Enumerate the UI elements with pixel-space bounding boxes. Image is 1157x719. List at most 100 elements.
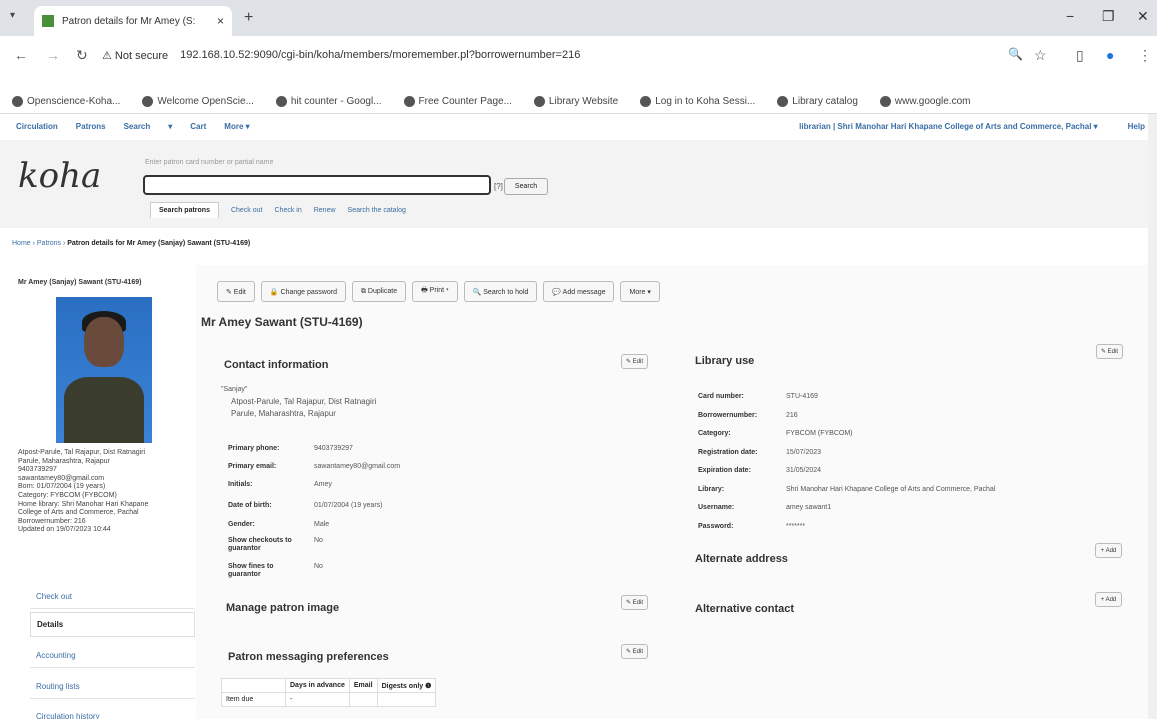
manage-image-edit-button[interactable]: ✎ Edit (621, 595, 648, 610)
bookmark-item[interactable]: Openscience-Koha... (27, 96, 120, 107)
left-info-line: Born: 01/07/2004 (19 years) (18, 483, 106, 491)
bookmark[interactable]: www.google.com (879, 95, 971, 107)
messaging-column-header: Email (348, 678, 378, 693)
topnav-item[interactable]: Circulation (16, 122, 58, 131)
messaging-cell[interactable] (348, 692, 378, 707)
bookmark[interactable]: Log in to Koha Sessi... (640, 95, 755, 107)
leftnav-item[interactable]: Circulation history (30, 704, 195, 719)
address-bar[interactable]: ⚠ Not secure 192.168.10.52:9090/cgi-bin/… (102, 42, 1002, 68)
subtab[interactable]: Search patrons (150, 202, 219, 218)
toolbar-button[interactable]: ⧉ Duplicate (351, 281, 407, 302)
left-info-line[interactable]: 9403739297 (18, 466, 198, 475)
logged-in-library[interactable]: librarian | Shri Manohar Hari Khapane Co… (799, 122, 1097, 131)
minimize-icon[interactable]: − (1066, 8, 1074, 24)
help-link[interactable]: Help (1128, 122, 1145, 131)
page-scrollbar[interactable] (1148, 114, 1157, 719)
library-use-edit-button[interactable]: ✎ Edit (1096, 344, 1123, 359)
bookmark-item[interactable]: www.google.com (895, 96, 971, 107)
close-window-icon[interactable]: ✕ (1137, 8, 1149, 25)
contact-value: Male (314, 521, 330, 528)
messaging-body: Item due - (221, 692, 437, 707)
breadcrumb-links[interactable]: Home › Patrons › (12, 240, 65, 247)
koha-logo-text: koha (18, 156, 102, 196)
contact-edit-button[interactable]: ✎ Edit (621, 354, 648, 369)
subtab[interactable]: Renew (314, 207, 336, 214)
alt-address-add-button[interactable]: + Add (1095, 543, 1122, 558)
bookmark-icon (12, 95, 23, 107)
messaging-cell[interactable] (376, 692, 437, 707)
contact-address1: Atpost-Parule, Tal Rajapur, Dist Ratnagi… (231, 397, 377, 406)
left-info-line: Borrowernumber: 216 (18, 517, 86, 525)
leftnav-item[interactable]: Details (30, 612, 195, 637)
bookmark-item[interactable]: Free Counter Page... (419, 96, 512, 107)
search-help-icon[interactable]: [?] (494, 182, 503, 191)
koha-logo[interactable]: koha (18, 156, 101, 196)
zoom-icon[interactable]: 🔍 (1008, 47, 1023, 61)
url-text[interactable]: 192.168.10.52:9090/cgi-bin/koha/members/… (180, 49, 580, 61)
alt-contact-add-button[interactable]: + Add (1095, 592, 1122, 607)
browser-tab[interactable]: Patron details for Mr Amey (S: × (34, 6, 232, 36)
bookmark[interactable]: Free Counter Page... (403, 95, 512, 107)
bookmark-item[interactable]: Library Website (549, 96, 618, 107)
koha-top-nav: Circulation Patrons Search ▾ Cart More ▾ libra… (0, 114, 1157, 138)
bookmark[interactable]: Library catalog (777, 95, 858, 107)
contact-value[interactable]: sawantamey80@gmail.com (314, 463, 400, 470)
messaging-column-header (221, 678, 286, 693)
topnav-item[interactable]: ▾ (168, 122, 172, 131)
patron-photo (56, 297, 152, 443)
messaging-edit-button[interactable]: ✎ Edit (621, 644, 648, 659)
toolbar-button[interactable]: More ▾ (620, 281, 660, 302)
library-value: 31/05/2024 (786, 467, 822, 474)
bookmark-item[interactable]: hit counter - Googl... (291, 96, 382, 107)
toolbar-button[interactable]: 💬 Add message (543, 281, 615, 302)
patron-heading: Mr Amey Sawant (STU-4169) (201, 315, 363, 329)
patron-search-input[interactable] (143, 175, 491, 195)
left-info-line: Home library: Shri Manohar Hari Khapane (18, 500, 149, 508)
bookmark-item[interactable]: Welcome OpenScie... (157, 96, 254, 107)
messaging-column-header: Digests only ❶ (376, 678, 437, 693)
maximize-icon[interactable]: ❐ (1102, 8, 1115, 25)
topnav-item[interactable]: Patrons (76, 122, 106, 131)
bookmark[interactable]: Openscience-Koha... (12, 95, 120, 107)
bookmark-star-icon[interactable]: ☆ (1034, 47, 1047, 64)
toolbar-button[interactable]: ✎ Edit (217, 281, 255, 302)
left-patron-name: Mr Amey (Sanjay) Sawant (STU-4169) (18, 279, 142, 286)
contact-label: Show fines to guarantor (228, 563, 274, 578)
subtab[interactable]: Search the catalog (348, 207, 406, 214)
subtab[interactable]: Check out (231, 207, 263, 214)
sidepanel-icon[interactable]: ▯ (1076, 47, 1084, 64)
bookmark[interactable]: hit counter - Googl... (275, 95, 382, 107)
menu-icon[interactable]: ⋮ (1138, 47, 1152, 64)
bookmark-item[interactable]: Library catalog (792, 96, 858, 107)
toolbar-button[interactable]: 🔒 Change password (260, 281, 346, 302)
bookmark-icon (403, 95, 415, 107)
bookmark-item[interactable]: Log in to Koha Sessi... (655, 96, 755, 107)
left-info-line[interactable]: sawantamey80@gmail.com (18, 475, 198, 484)
not-secure-indicator[interactable]: ⚠ Not secure (102, 49, 168, 62)
topnav-item[interactable]: Search (124, 122, 151, 131)
topnav-item[interactable]: More ▾ (224, 122, 249, 131)
tab-search-icon[interactable]: ▾ (10, 10, 15, 21)
bookmark[interactable]: Welcome OpenScie... (142, 95, 254, 107)
back-icon[interactable]: ← (14, 47, 28, 63)
tab-close-icon[interactable]: × (217, 14, 224, 28)
new-tab-button[interactable]: + (244, 9, 253, 27)
leftnav-item[interactable]: Routing lists (30, 674, 195, 699)
bookmark-icon (142, 95, 154, 107)
subtab[interactable]: Check in (275, 207, 302, 214)
reload-icon[interactable]: ↻ (76, 47, 88, 64)
forward-icon[interactable]: → (46, 47, 60, 63)
messaging-header-row: Days in advance Email Digests only ❶ (221, 678, 437, 693)
bookmarks-bar: Openscience-Koha... Welcome OpenScie... hi… (0, 90, 1157, 114)
library-label: Card number: (698, 393, 744, 400)
bookmark[interactable]: Library Website (533, 95, 618, 107)
profile-icon[interactable]: ● (1106, 47, 1114, 63)
topnav-item[interactable]: Cart (190, 122, 206, 131)
library-label: Library: (698, 486, 725, 493)
toolbar-button[interactable]: 🖶 Print ▾ (412, 281, 458, 302)
search-button[interactable]: Search (504, 178, 548, 195)
toolbar-button[interactable]: 🔍 Search to hold (463, 281, 538, 302)
left-info-line: Updated on 19/07/2023 10:44 (18, 526, 111, 534)
leftnav-item[interactable]: Check out (30, 584, 195, 609)
leftnav-item[interactable]: Accounting (30, 643, 195, 668)
